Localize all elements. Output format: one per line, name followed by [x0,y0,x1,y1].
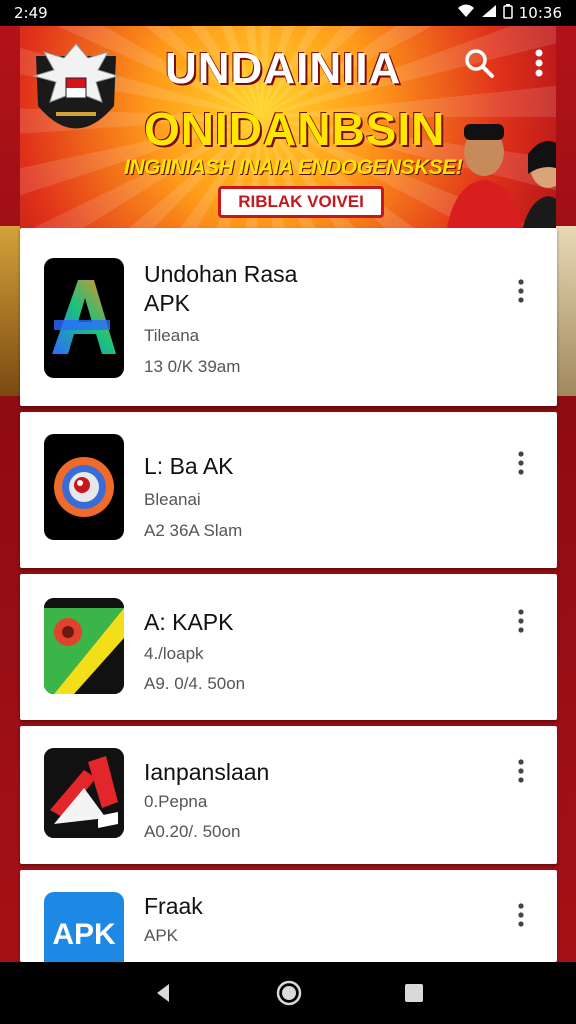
more-options-icon[interactable] [511,902,531,928]
home-icon[interactable] [276,980,302,1006]
app-list-item[interactable]: APK Fraak APK [20,870,557,962]
app-list-item[interactable]: L: Ba AK Bleanai A2 36A Slam [20,412,557,568]
garuda-emblem-icon [32,43,120,129]
app-name: A: KAPK [144,609,234,635]
app-publisher: 0.Pepna [144,792,208,811]
status-time: 2:49 [14,4,48,22]
app-list-item[interactable]: A: KAPK 4./loapk A9. 0/4. 50on [20,574,557,720]
app-name-line2: APK [144,290,191,316]
battery-icon [503,3,513,23]
app-publisher: APK [144,926,179,945]
back-icon[interactable] [151,981,175,1005]
apk-text-icon: APK [44,892,124,962]
banner-subtitle: INGIINIASH INAIA ENDOGENSKSE! [124,156,463,179]
search-icon[interactable] [462,46,496,80]
banner-cta-button[interactable]: RIBLAK VOIVEI [218,186,384,218]
overflow-menu-icon[interactable] [522,46,556,80]
app-list-item[interactable]: Undohan Rasa APK Tileana 13 0/K 39am [20,228,557,406]
recents-icon[interactable] [403,982,425,1004]
people-illustration [447,124,556,228]
gradient-a-icon [44,258,124,378]
red-shapes-icon [44,748,124,838]
app-name: Ianpanslaan [144,759,270,785]
background-building-left [0,226,20,396]
status-bar: 2:49 10:36 [0,0,576,26]
app-name: L: Ba AK [144,453,234,479]
app-name: Undohan Rasa [144,261,298,287]
wifi-icon [457,4,475,22]
app-meta: A2 36A Slam [144,521,243,540]
app-publisher: Bleanai [144,490,201,509]
status-clock: 10:36 [518,4,562,22]
background-building-right [556,226,576,396]
app-name: Fraak [144,893,203,919]
system-nav-bar [0,962,576,1024]
more-options-icon[interactable] [511,608,531,634]
banner-title-line2: ONIDANBSIN [144,103,446,155]
banner-title-line1: UNDAINIIA [165,44,402,93]
more-options-icon[interactable] [511,450,531,476]
apk-icon-text: APK [52,918,116,951]
swirl-icon [44,434,124,540]
app-meta: 13 0/K 39am [144,357,241,376]
signal-icon [481,4,497,22]
more-options-icon[interactable] [511,278,531,304]
map-pin-icon [44,598,124,694]
app-meta: A9. 0/4. 50on [144,674,246,693]
app-publisher: Tileana [144,326,200,345]
status-icons: 10:36 [457,3,562,23]
app-meta: A0.20/. 50on [144,822,241,841]
app-list-item[interactable]: Ianpanslaan 0.Pepna A0.20/. 50on [20,726,557,864]
more-options-icon[interactable] [511,758,531,784]
app-publisher: 4./loapk [144,644,204,663]
